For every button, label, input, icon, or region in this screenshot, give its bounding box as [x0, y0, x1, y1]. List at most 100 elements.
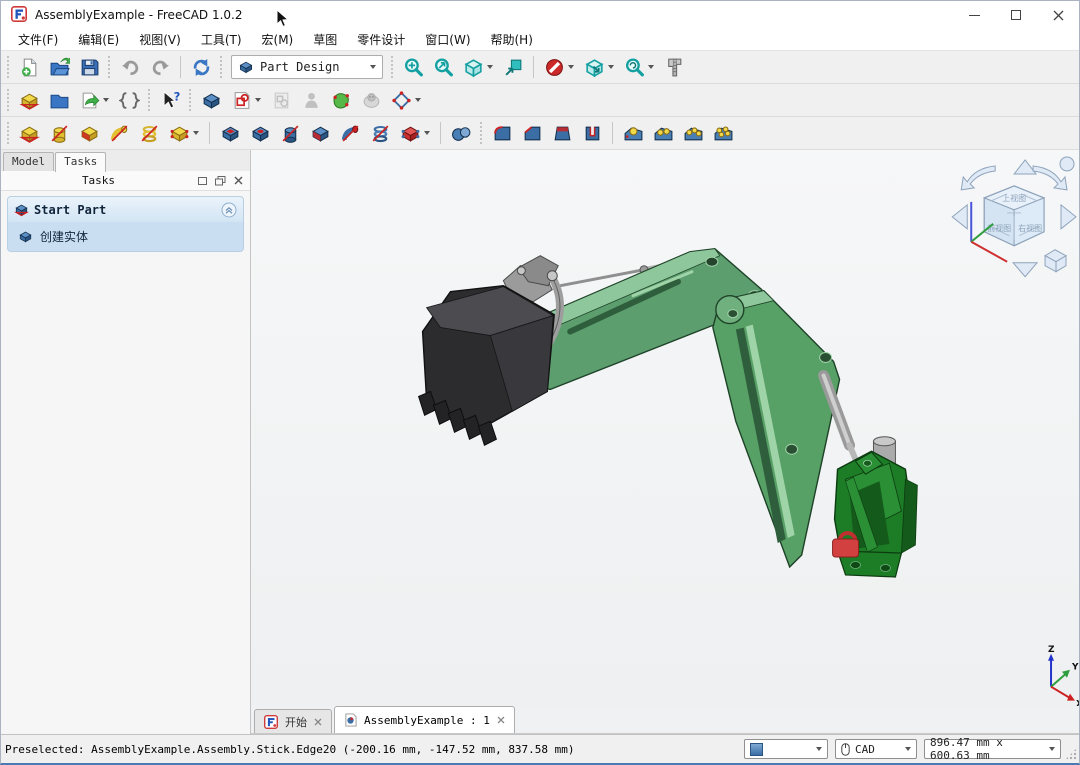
- chevron-down-icon: [816, 747, 822, 751]
- start-part-header[interactable]: Start Part: [8, 197, 243, 222]
- subtractive-pipe-button[interactable]: [335, 119, 365, 147]
- tab-assembly-example[interactable]: AssemblyExample : 1: [334, 706, 515, 733]
- toolbar-grip[interactable]: [479, 122, 484, 144]
- revolution-button[interactable]: [44, 119, 74, 147]
- part-design-icon: [238, 59, 254, 75]
- navigation-cube[interactable]: 上视图 前视图 右视图: [984, 186, 1044, 246]
- toolbar-grip[interactable]: [6, 56, 11, 78]
- menu-file[interactable]: 文件(F): [9, 29, 67, 50]
- draft-button[interactable]: [547, 119, 577, 147]
- toolbar-grip[interactable]: [6, 122, 11, 144]
- multitransform-button[interactable]: [708, 119, 738, 147]
- subtractive-helix-button[interactable]: [365, 119, 395, 147]
- nav-rotate-left-icon[interactable]: [961, 166, 995, 190]
- toolbar-grip[interactable]: [390, 56, 395, 78]
- whats-this-button[interactable]: ?: [155, 86, 185, 114]
- save-button[interactable]: [74, 53, 104, 81]
- redo-button[interactable]: [145, 53, 175, 81]
- menu-tools[interactable]: 工具(T): [192, 29, 251, 50]
- menu-sketch[interactable]: 草图: [304, 29, 346, 50]
- additive-pipe-button[interactable]: [104, 119, 134, 147]
- boolean-button[interactable]: [446, 119, 476, 147]
- additive-helix-button[interactable]: [134, 119, 164, 147]
- toolbar-grip[interactable]: [188, 89, 193, 111]
- create-sketch-button[interactable]: [226, 86, 266, 114]
- chamfer-button[interactable]: [517, 119, 547, 147]
- menu-window[interactable]: 窗口(W): [416, 29, 479, 50]
- mirrored-button[interactable]: [618, 119, 648, 147]
- nav-arrow-left[interactable]: [952, 205, 967, 229]
- refresh-button[interactable]: [186, 53, 216, 81]
- bucket[interactable]: [419, 286, 555, 446]
- tab-start-page[interactable]: 开始: [254, 709, 332, 733]
- fit-all-button[interactable]: [398, 53, 428, 81]
- axis-z-label: Z: [1048, 645, 1055, 655]
- create-group-button[interactable]: [44, 86, 74, 114]
- workbench-selector[interactable]: Part Design: [231, 55, 383, 79]
- additive-primitive-button[interactable]: [164, 119, 204, 147]
- toolbar-grip[interactable]: [107, 56, 112, 78]
- merge-sketch-button[interactable]: [356, 86, 386, 114]
- maximize-button[interactable]: [995, 1, 1037, 29]
- undo-button[interactable]: [115, 53, 145, 81]
- subtractive-primitive-button[interactable]: [395, 119, 435, 147]
- boom-plate[interactable]: [713, 291, 840, 567]
- hole-button[interactable]: [245, 119, 275, 147]
- dock-float-button[interactable]: [214, 175, 226, 187]
- 3d-viewport[interactable]: 上视图 前视图 右视图: [251, 150, 1079, 706]
- menu-macro[interactable]: 宏(M): [253, 29, 303, 50]
- zoom-selection-button[interactable]: [428, 53, 458, 81]
- new-document-button[interactable]: [14, 53, 44, 81]
- validate-sketch-button[interactable]: [326, 86, 356, 114]
- dock-close-button[interactable]: [232, 175, 244, 187]
- nav-rotate-right-icon[interactable]: [1033, 166, 1067, 190]
- clipping-plane-button[interactable]: [539, 53, 579, 81]
- additive-loft-button[interactable]: [74, 119, 104, 147]
- create-datum-button[interactable]: [386, 86, 426, 114]
- expression-button[interactable]: [114, 86, 144, 114]
- thickness-button[interactable]: [577, 119, 607, 147]
- collapse-chevron-icon[interactable]: [221, 202, 237, 218]
- minimize-button[interactable]: [953, 1, 995, 29]
- groove-button[interactable]: [275, 119, 305, 147]
- render-style-dropdown[interactable]: [744, 739, 828, 759]
- tab-model[interactable]: Model: [3, 152, 54, 171]
- toolbar-grip[interactable]: [147, 89, 152, 111]
- box-selection-button[interactable]: [498, 53, 528, 81]
- subtractive-loft-button[interactable]: [305, 119, 335, 147]
- menu-edit[interactable]: 编辑(E): [69, 29, 128, 50]
- view-cube-select-button[interactable]: [579, 53, 619, 81]
- linear-pattern-button[interactable]: [648, 119, 678, 147]
- polar-pattern-button[interactable]: [678, 119, 708, 147]
- toolbar-grip[interactable]: [6, 89, 11, 111]
- appearance-button[interactable]: [296, 86, 326, 114]
- dock-restore-button[interactable]: [196, 175, 208, 187]
- edit-sketch-button[interactable]: [266, 86, 296, 114]
- open-document-button[interactable]: [44, 53, 74, 81]
- menu-part-design[interactable]: 零件设计: [348, 29, 414, 50]
- navigation-style-dropdown[interactable]: CAD: [835, 739, 917, 759]
- view-size-dropdown[interactable]: 896.47 mm x 600.63 mm: [924, 739, 1061, 759]
- nav-dot-button[interactable]: [1060, 157, 1074, 171]
- create-part-button[interactable]: [14, 86, 44, 114]
- nav-arrow-down[interactable]: [1013, 263, 1037, 277]
- create-body-button[interactable]: [196, 86, 226, 114]
- sync-view-button[interactable]: [619, 53, 659, 81]
- make-link-button[interactable]: [74, 86, 114, 114]
- fillet-button[interactable]: [487, 119, 517, 147]
- create-group-icon: [49, 90, 70, 111]
- nav-arrow-right[interactable]: [1061, 205, 1076, 229]
- measure-button[interactable]: [659, 53, 689, 81]
- menu-help[interactable]: 帮助(H): [482, 29, 542, 50]
- create-solid-item[interactable]: 创建实体: [8, 222, 243, 251]
- toolbar-grip[interactable]: [219, 56, 224, 78]
- tab-close-button[interactable]: [497, 716, 505, 724]
- pad-button[interactable]: [14, 119, 44, 147]
- pocket-button[interactable]: [215, 119, 245, 147]
- tab-tasks[interactable]: Tasks: [55, 152, 106, 172]
- nav-mini-cube[interactable]: [1045, 250, 1066, 272]
- tab-close-button[interactable]: [314, 718, 322, 726]
- menu-view[interactable]: 视图(V): [130, 29, 190, 50]
- isometric-view-button[interactable]: [458, 53, 498, 81]
- close-button[interactable]: [1037, 1, 1079, 29]
